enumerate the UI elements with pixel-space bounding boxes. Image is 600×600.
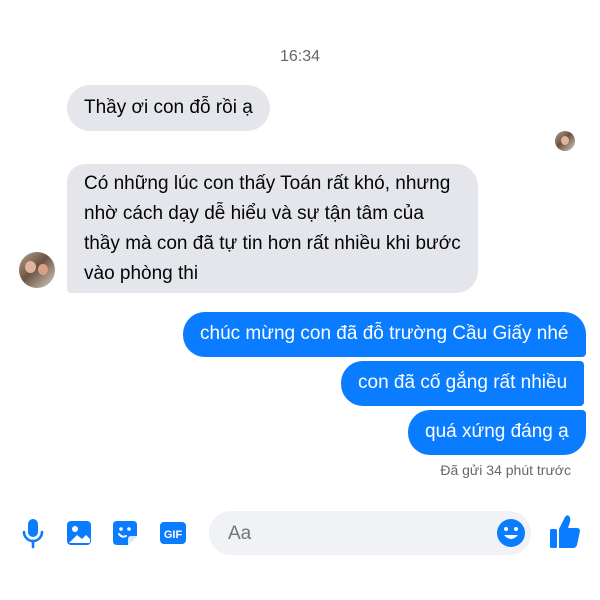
incoming-message-bubble[interactable]: Thầy ơi con đỗ rồi ạ <box>67 85 270 131</box>
message-input[interactable] <box>226 511 475 557</box>
microphone-icon[interactable] <box>17 516 49 550</box>
gif-icon[interactable]: GIF <box>157 516 189 550</box>
sent-status: Đã gửi 34 phút trước <box>440 462 571 478</box>
read-receipt-avatar <box>555 131 575 151</box>
sender-avatar[interactable] <box>19 252 55 288</box>
message-timestamp: 16:34 <box>279 48 321 65</box>
gif-label: GIF <box>164 529 183 541</box>
image-icon[interactable] <box>63 516 95 550</box>
outgoing-message-bubble[interactable]: con đã cố gắng rất nhiều <box>341 361 585 406</box>
emoji-icon[interactable] <box>494 516 528 550</box>
like-icon[interactable] <box>548 512 582 552</box>
sticker-icon[interactable] <box>109 516 141 550</box>
outgoing-message-bubble[interactable]: chúc mừng con đã đỗ trường Cầu Giấy nhé <box>183 312 586 357</box>
incoming-message-bubble[interactable]: Có những lúc con thấy Toán rất khó, nhưn… <box>67 164 478 293</box>
outgoing-message-bubble[interactable]: quá xứng đáng ạ <box>408 410 586 455</box>
message-composer[interactable] <box>209 511 531 557</box>
